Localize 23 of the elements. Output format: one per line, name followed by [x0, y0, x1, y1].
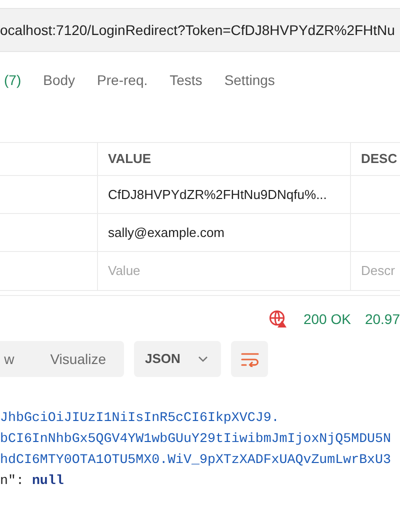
table-cell-text: sally@example.com [108, 224, 225, 242]
code-line: n": null [0, 472, 64, 490]
globe-warning-icon [269, 310, 288, 328]
request-tab[interactable]: Body [41, 70, 78, 90]
column-header: DESC [361, 150, 398, 168]
request-tab[interactable]: Settings [222, 70, 277, 90]
response-time: 20.97 [364, 310, 400, 328]
column-header: VALUE [108, 150, 152, 168]
view-mode-tab[interactable]: Visualize [50, 348, 106, 370]
table-cell-text: CfDJ8HVPYdZR%2FHtNu9DNqfu%... [108, 186, 327, 204]
chevron-down-icon [198, 356, 208, 362]
status-code: 200 OK [303, 310, 351, 328]
format-dropdown[interactable]: JSON [134, 341, 221, 377]
view-mode-tab[interactable]: w [4, 348, 14, 370]
code-line: bCI6InNhbGx5QGV4YW1wbGUuY29tIiwibmJmIjoxNjQ5MDU5N [0, 430, 391, 448]
url-field[interactable]: ocalhost:7120/LoginRedirect?Token=CfDJ8HVPYdZR%2FHtNu [0, 8, 400, 52]
request-tab[interactable]: Tests [168, 70, 204, 90]
wrap-lines-button[interactable] [231, 341, 268, 377]
code-line: hdCI6MTY0OTA1OTU5MX0.WiV_9pXTzXADFxUAQvZumLwrBxU3 [0, 451, 391, 469]
request-tab[interactable]: Pre-req. [95, 70, 150, 90]
header-count-tab[interactable]: (7) [2, 70, 24, 90]
code-line: JhbGciOiJIUzI1NiIsInR5cCI6IkpXVCJ9. [0, 409, 280, 427]
wrap-lines-icon [240, 352, 258, 366]
